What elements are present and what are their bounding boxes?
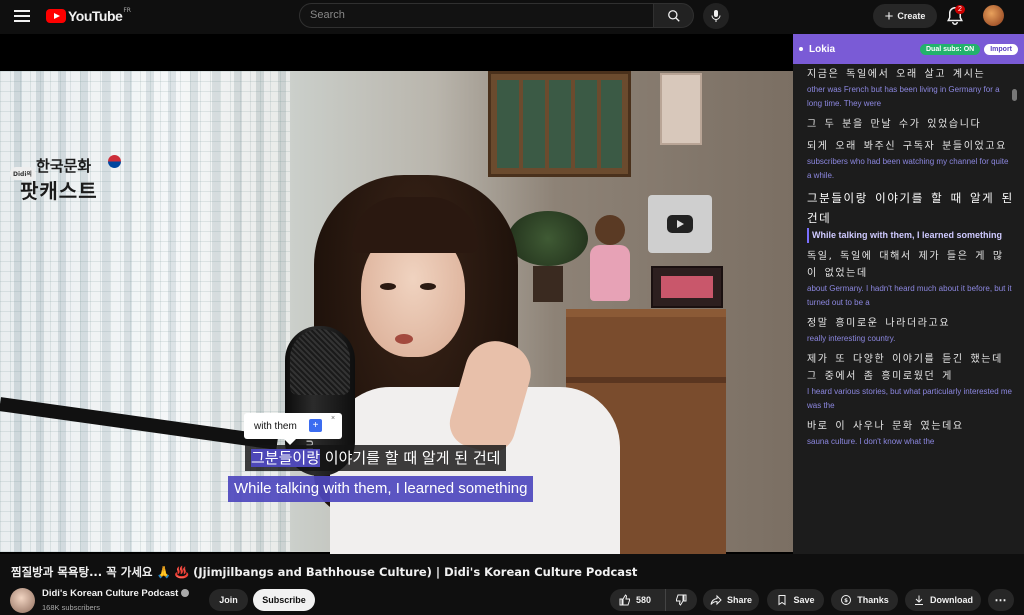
share-label: Share [726,595,752,605]
doll [590,215,630,303]
podcast-logo: Didi의 한국문화 팟캐스트 [10,155,121,209]
join-button[interactable]: Join [209,589,248,611]
search-icon [667,9,680,22]
close-tooltip-icon[interactable]: × [331,415,335,422]
subtitle-highlight-word[interactable]: 그분들이랑 [251,449,321,467]
retro-tv [651,266,723,308]
subscriber-count: 168K subscribers [42,603,100,612]
panel-scrollbar[interactable] [1012,69,1017,539]
person-mouth [395,334,413,344]
wall-decoration [660,73,702,145]
add-word-button[interactable]: + [309,419,322,432]
transcript-cue[interactable]: 제가 또 다양한 이야기를 듣긴 했는데 그 중에서 좀 흥미로웠던 게 I he… [807,351,1014,413]
download-label: Download [930,595,973,605]
import-button[interactable]: Import [984,43,1018,55]
dual-subs-toggle[interactable]: Dual subs: ON [919,43,981,55]
channel-avatar[interactable] [10,588,35,613]
share-button[interactable]: Share [703,589,759,611]
svg-text:$: $ [844,598,848,604]
thanks-icon: $ [841,595,852,605]
cue-english: I heard various stories, but what partic… [807,387,1012,410]
status-dot-icon [799,47,803,51]
channel-name[interactable]: Didi's Korean Culture Podcast [42,588,190,599]
wall-shelf [488,71,631,177]
cue-english: subscribers who had been watching my cha… [807,157,1009,180]
cue-korean: 독일, 독일에 대해서 제가 들은 게 많이 없었는데 [807,251,1004,279]
search-input[interactable]: Search [299,3,654,28]
cue-korean: 정말 흥미로운 나라더라고요 [807,318,951,329]
more-actions-button[interactable]: ⋯ [988,589,1014,611]
person-eye-left [380,283,396,290]
lokia-panel: Lokia Dual subs: ON Import 지금은 독일에서 오래 살… [793,34,1024,554]
country-code: FR [123,6,131,14]
video-player[interactable]: SHURE Didi의 한국문화 팟캐스트 with them + × 그분들이… [0,34,793,554]
thumbs-down-icon [676,594,687,606]
transcript-cue[interactable]: 정말 흥미로운 나라더라고요 really interesting country… [807,315,1014,346]
subscribe-button[interactable]: Subscribe [253,589,315,611]
like-count: 580 [636,595,652,605]
download-button[interactable]: Download [905,589,981,611]
cue-korean: 지금은 독일에서 오래 살고 계시는 [807,69,986,80]
notification-badge: 2 [955,5,965,14]
transcript-cue[interactable]: 바로 이 사우나 문화 였는데요 sauna culture. I don't k… [807,418,1014,449]
play-button-plaque [648,195,712,253]
like-dislike-group: 580 [610,589,697,611]
person-eye-right [420,283,436,290]
share-icon [710,594,722,606]
more-icon: ⋯ [994,593,1008,607]
cue-english: about Germany. I hadn't heard much about… [807,284,1012,307]
thanks-button[interactable]: $ Thanks [831,589,898,611]
subtitle-korean: 그분들이랑 이야기를 할 때 알게 된 건데 [245,445,507,471]
youtube-logo-icon [46,9,66,23]
cue-english: really interesting country. [807,334,896,343]
video-title: 찜질방과 목욕탕... 꼭 가세요 🙏 ♨️ (Jjimjilbangs and… [11,565,638,579]
word-tooltip: with them + × [244,413,342,445]
save-button[interactable]: Save [767,589,824,611]
microphone-grille [290,329,350,395]
download-icon [915,595,923,605]
subtitle-korean-rest[interactable]: 이야기를 할 때 알게 된 건데 [320,449,501,467]
like-button[interactable]: 580 [610,589,666,611]
transcript-cue[interactable]: 지금은 독일에서 오래 살고 계시는 other was French but h… [807,66,1014,111]
account-avatar[interactable] [983,5,1004,26]
thanks-label: Thanks [857,595,889,605]
word-tooltip-text: with them [254,420,297,432]
voice-search-button[interactable] [703,3,729,29]
cue-korean: 그분들이랑 이야기를 할 때 알게 된 건데 [807,191,1014,225]
save-icon [778,595,786,606]
cue-english: sauna culture. I don't know what the [807,437,935,446]
mic-icon [711,10,721,22]
subtitle-english[interactable]: While talking with them, I learned somet… [228,476,534,502]
cue-english: other was French but has been living in … [807,85,1000,108]
transcript-cue[interactable]: 독일, 독일에 대해서 제가 들은 게 많이 없었는데 about Germany… [807,248,1014,310]
bonsai-plant [508,211,588,302]
verified-icon [181,589,190,597]
youtube-logo[interactable]: YouTube FR [46,6,131,24]
cue-korean: 바로 이 사우나 문화 였는데요 [807,421,964,432]
cue-korean: 되게 오래 봐주신 구독자 분들이었고요 [807,141,1007,152]
cue-korean: 그 두 분을 만날 수가 있었습니다 [807,119,982,130]
top-bar: YouTube FR Search + Create 2 [0,0,1024,33]
search-button[interactable] [653,3,694,28]
save-label: Save [793,595,815,605]
korean-flag-icon [108,155,121,168]
create-button[interactable]: + Create [873,4,937,28]
create-label: Create [897,11,926,21]
thumbs-up-icon [619,594,630,606]
lokia-panel-title: Lokia [809,43,836,55]
lokia-panel-header: Lokia Dual subs: ON Import [793,34,1024,64]
cue-english: While talking with them, I learned somet… [807,228,1014,243]
logo-text: YouTube [68,8,123,24]
transcript-cue[interactable]: 되게 오래 봐주신 구독자 분들이었고요 subscribers who had … [807,138,1014,183]
podcast-logo-line2: 팟캐스트 [20,179,98,203]
dislike-button[interactable] [666,589,696,611]
podcast-logo-line1: 한국문화 [36,157,92,175]
transcript-list: 지금은 독일에서 오래 살고 계시는 other was French but h… [793,64,1024,449]
transcript-cue-active[interactable]: 그분들이랑 이야기를 할 때 알게 된 건데 While talking with… [807,188,1014,243]
transcript-cue[interactable]: 그 두 분을 만날 수가 있었습니다 [807,116,1014,133]
plus-icon: + [884,7,894,25]
cue-korean: 제가 또 다양한 이야기를 듣긴 했는데 그 중에서 좀 흥미로웠던 게 [807,354,1003,382]
channel-name-text: Didi's Korean Culture Podcast [42,588,179,599]
menu-icon[interactable] [12,7,32,25]
